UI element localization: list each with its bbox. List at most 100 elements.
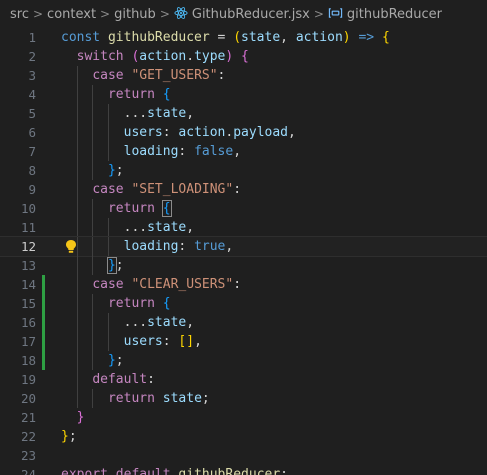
line-number: 1 <box>28 30 36 45</box>
code-token: } <box>106 257 117 274</box>
code-text: case "CLEAR_USERS": <box>61 275 241 294</box>
code-token: case <box>92 277 124 292</box>
lightbulb-icon[interactable] <box>64 239 78 254</box>
code-line[interactable]: 11 ...state, <box>0 218 487 237</box>
code-line[interactable]: 18 }; <box>0 351 487 370</box>
code-line[interactable]: 13 }; <box>0 256 487 275</box>
line-number: 4 <box>28 87 36 102</box>
code-token: : <box>162 125 179 140</box>
code-line[interactable]: 8 }; <box>0 161 487 180</box>
line-number: 23 <box>20 448 36 463</box>
code-token: loading <box>123 144 179 159</box>
breadcrumb-separator: > <box>32 7 44 21</box>
code-token: action <box>295 30 343 45</box>
diff-added-marker[interactable] <box>42 275 45 294</box>
code-text: switch (action.type) { <box>61 47 249 66</box>
code-token: ; <box>115 163 124 178</box>
code-line[interactable]: 20 return state; <box>0 389 487 408</box>
code-line[interactable]: 15 return { <box>0 294 487 313</box>
code-token: true <box>194 239 226 254</box>
line-number: 21 <box>20 410 36 425</box>
code-line[interactable]: 7 loading: false, <box>0 142 487 161</box>
code-token: , <box>280 30 296 45</box>
breadcrumb-item-file[interactable]: GithubReducer.jsx <box>174 6 310 22</box>
code-token: { <box>381 30 390 45</box>
code-line[interactable]: 19 default: <box>0 370 487 389</box>
line-number: 22 <box>20 429 36 444</box>
code-text: }; <box>61 161 124 180</box>
breadcrumb-item-src[interactable]: src <box>10 7 29 22</box>
code-token: type <box>194 49 226 64</box>
diff-added-marker[interactable] <box>42 351 45 370</box>
code-token: : <box>233 182 242 197</box>
code-token: { <box>162 87 171 102</box>
code-line[interactable]: 6 users: action.payload, <box>0 123 487 142</box>
code-token: action <box>178 125 226 140</box>
code-line[interactable]: 3 case "GET_USERS": <box>0 66 487 85</box>
code-text: } <box>61 408 85 427</box>
code-line[interactable]: 24 export default githubReducer; <box>0 465 487 475</box>
code-line[interactable]: 23 <box>0 446 487 465</box>
code-line[interactable]: 12 loading: true, <box>0 236 487 257</box>
code-text: return { <box>61 199 172 218</box>
code-line[interactable]: 17 users: [], <box>0 332 487 351</box>
code-line[interactable]: 14 case "CLEAR_USERS": <box>0 275 487 294</box>
line-number: 13 <box>20 258 36 273</box>
code-line[interactable]: 9 case "SET_LOADING": <box>0 180 487 199</box>
line-number: 19 <box>20 372 36 387</box>
line-number: 3 <box>28 68 36 83</box>
code-token: } <box>61 429 69 444</box>
code-text: users: action.payload, <box>61 123 296 142</box>
code-text: default: <box>61 370 155 389</box>
code-line[interactable]: 5 ...state, <box>0 104 487 123</box>
code-text: return { <box>61 85 171 104</box>
code-text: loading: true, <box>61 237 234 256</box>
code-token: : <box>162 334 179 349</box>
code-token: { <box>241 49 249 64</box>
code-text: users: [], <box>61 332 202 351</box>
line-number: 11 <box>20 220 36 235</box>
breadcrumb-item-context[interactable]: context <box>47 7 96 22</box>
breadcrumb-separator: > <box>159 7 170 21</box>
code-token: : <box>178 239 195 254</box>
code-token: , <box>186 315 195 330</box>
breadcrumb-item-github[interactable]: github <box>114 7 156 22</box>
code-line[interactable]: 22}; <box>0 427 487 446</box>
symbol-variable-icon <box>328 7 343 18</box>
breadcrumb-item-symbol[interactable]: githubReducer <box>328 7 442 22</box>
code-token: : <box>233 277 242 292</box>
code-line[interactable]: 16 ...state, <box>0 313 487 332</box>
breadcrumb-file-label: GithubReducer.jsx <box>191 7 310 22</box>
code-token: githubReducer <box>107 30 210 45</box>
code-token: "SET_LOADING" <box>131 182 234 197</box>
code-editor[interactable]: 1 const githubReducer = (state, action) =… <box>0 28 487 475</box>
code-token: return <box>107 87 155 102</box>
code-line[interactable]: 2 switch (action.type) { <box>0 47 487 66</box>
code-text: loading: false, <box>61 142 241 161</box>
line-number: 8 <box>28 163 36 178</box>
code-text: case "SET_LOADING": <box>61 180 241 199</box>
code-token: , <box>186 220 195 235</box>
diff-added-marker[interactable] <box>42 313 45 332</box>
code-token: state <box>147 315 187 330</box>
code-line[interactable]: 4 return { <box>0 85 487 104</box>
code-text: ...state, <box>61 218 194 237</box>
code-line[interactable]: 10 return { <box>0 199 487 218</box>
code-token: "GET_USERS" <box>131 68 218 83</box>
code-line[interactable]: 21 } <box>0 408 487 427</box>
diff-added-marker[interactable] <box>42 294 45 313</box>
code-token: false <box>194 144 234 159</box>
diff-added-marker[interactable] <box>42 332 45 351</box>
code-line[interactable]: 1 const githubReducer = (state, action) =… <box>0 28 487 47</box>
code-text: return state; <box>61 389 210 408</box>
